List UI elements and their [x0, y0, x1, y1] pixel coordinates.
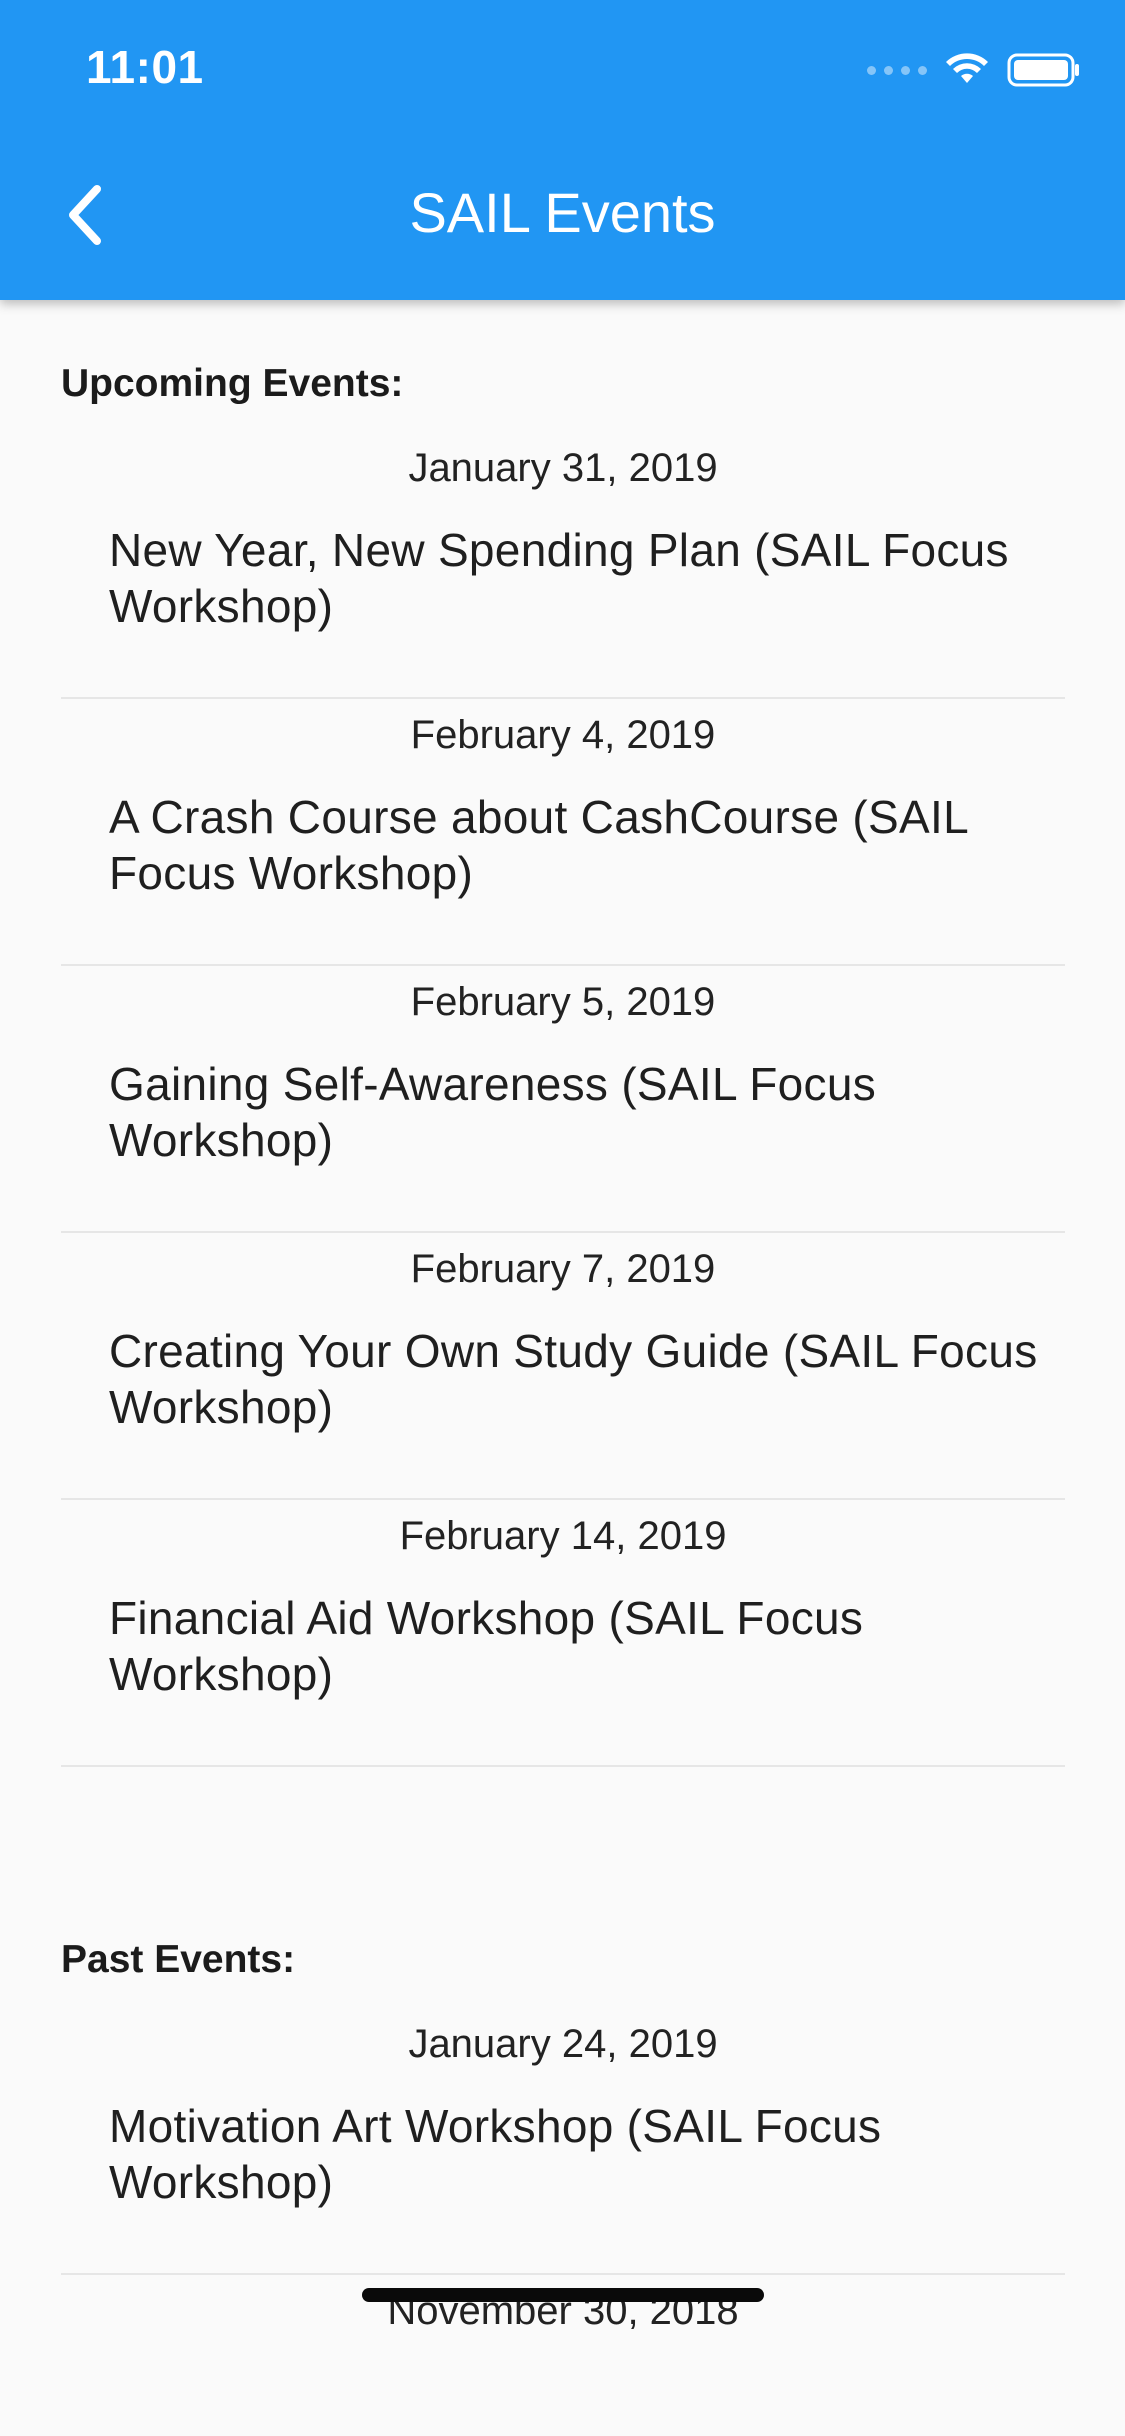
event-title: Financial Aid Workshop (SAIL Focus Works… — [109, 1592, 864, 1700]
list-item[interactable]: February 5, 2019 Gaining Self-Awareness … — [61, 966, 1065, 1233]
list-item[interactable]: January 31, 2019 New Year, New Spending … — [61, 432, 1065, 699]
battery-icon — [1007, 53, 1079, 87]
past-events-header: Past Events: — [61, 1938, 296, 1981]
list-item[interactable]: February 7, 2019 Creating Your Own Study… — [61, 1233, 1065, 1500]
page-title: SAIL Events — [409, 181, 716, 244]
event-date: February 14, 2019 — [399, 1514, 727, 1558]
list-item[interactable]: February 14, 2019 Financial Aid Workshop… — [61, 1500, 1065, 1767]
event-date: February 5, 2019 — [410, 980, 716, 1024]
event-title: Gaining Self-Awareness (SAIL Focus Works… — [109, 1058, 876, 1166]
event-date: February 4, 2019 — [410, 713, 716, 757]
event-title: New Year, New Spending Plan (SAIL Focus … — [109, 524, 1009, 632]
app-header: 11:01 SAIL Events — [0, 0, 1125, 300]
cellular-signal-icon — [867, 65, 927, 75]
event-title: A Crash Course about CashCourse (SAIL Fo… — [109, 791, 968, 899]
event-date: January 31, 2019 — [408, 446, 718, 490]
event-title: Creating Your Own Study Guide (SAIL Focu… — [109, 1325, 1038, 1433]
upcoming-events-header: Upcoming Events: — [61, 362, 404, 405]
wifi-icon — [946, 53, 988, 83]
status-time: 11:01 — [86, 41, 204, 93]
event-date: January 24, 2019 — [408, 2022, 718, 2066]
list-item[interactable]: February 4, 2019 A Crash Course about Ca… — [61, 699, 1065, 966]
event-title: Motivation Art Workshop (SAIL Focus Work… — [109, 2100, 882, 2208]
list-item[interactable]: January 24, 2019 Motivation Art Workshop… — [61, 2008, 1065, 2275]
status-icons — [867, 48, 1081, 92]
home-indicator[interactable] — [362, 2288, 764, 2302]
event-date: February 7, 2019 — [410, 1247, 716, 1291]
app-screen: 11:01 SAIL Events Upcoming Events: Janua… — [0, 0, 1125, 2436]
